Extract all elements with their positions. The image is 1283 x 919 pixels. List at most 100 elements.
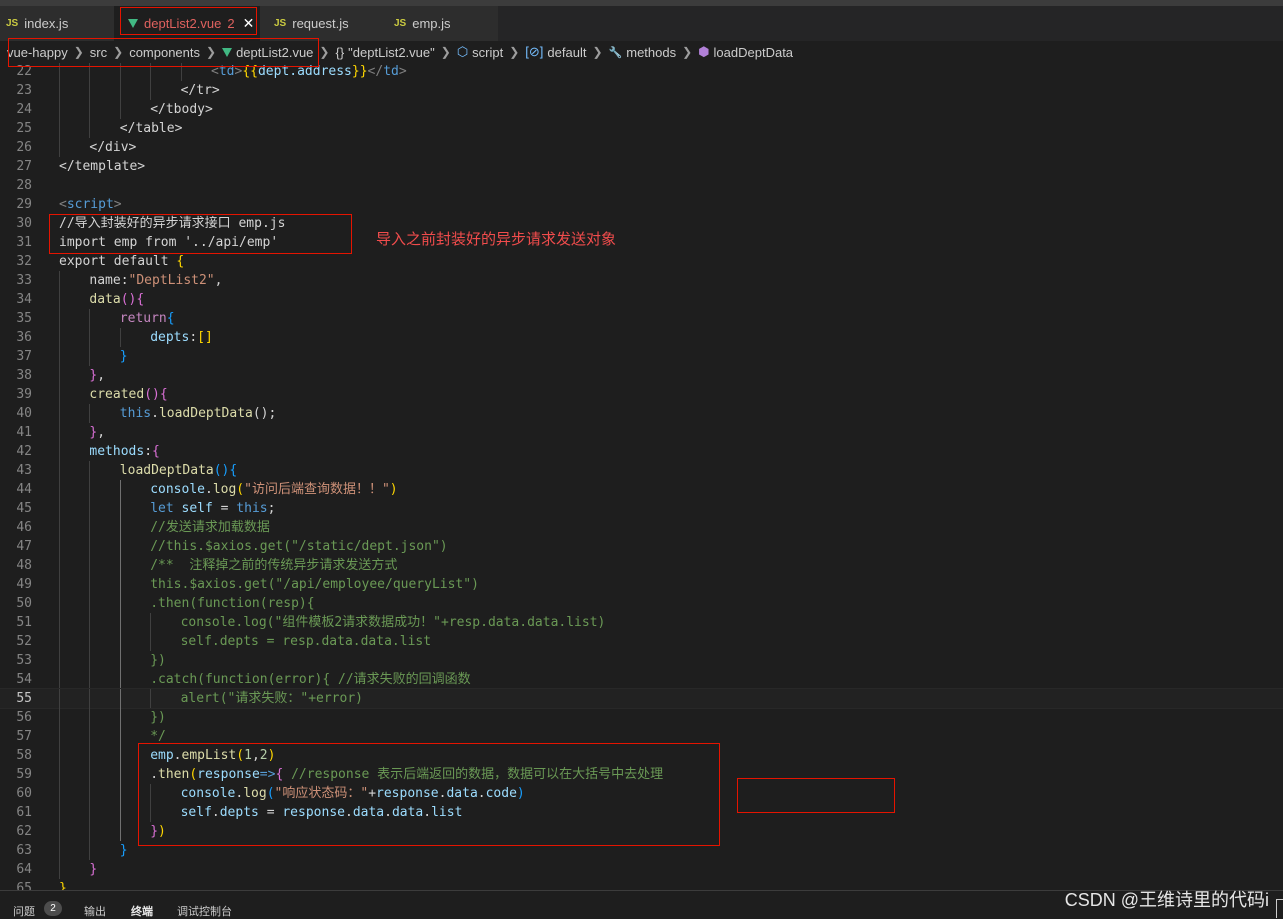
- breadcrumb-item-loaddeptdata[interactable]: loadDeptData: [714, 45, 794, 60]
- code-token: (: [236, 748, 245, 763]
- breadcrumb-item-components[interactable]: components: [129, 45, 200, 60]
- code-line[interactable]: 43 loadDeptData(){: [0, 461, 1283, 480]
- code-line[interactable]: 22 <td>{{dept.address}}</td>: [0, 63, 1283, 81]
- breadcrumb-item-methods[interactable]: methods: [626, 45, 676, 60]
- line-number: 23: [16, 83, 32, 98]
- line-number: 41: [16, 425, 32, 440]
- code-line[interactable]: 31 import emp from '../api/emp': [0, 233, 1283, 252]
- tab-index-js[interactable]: JS index.js: [0, 6, 114, 41]
- code-token: >: [113, 197, 122, 212]
- code-line[interactable]: 53}): [0, 651, 1283, 670]
- code-token: log: [212, 482, 237, 497]
- code-line[interactable]: 56}): [0, 708, 1283, 727]
- code-line[interactable]: 42 methods:{: [0, 442, 1283, 461]
- code-token: */: [150, 729, 166, 744]
- code-line[interactable]: 39 created(){: [0, 385, 1283, 404]
- code-line[interactable]: 40 this.loadDeptData();: [0, 404, 1283, 423]
- code-line[interactable]: 49 this.$axios.get("/api/employee/queryLi…: [0, 575, 1283, 594]
- object-icon: {}: [335, 44, 345, 60]
- code-line[interactable]: 51 console.log("组件模板2请求数据成功！"+resp.data.d…: [0, 613, 1283, 632]
- indent-guide: [59, 347, 60, 366]
- code-line[interactable]: 35 return{: [0, 309, 1283, 328]
- code-token: data: [391, 805, 424, 820]
- code-editor[interactable]: 22 <td>{{dept.address}}</td> 23 </tr> 24 </tb…: [0, 63, 1283, 890]
- breadcrumb-item-script[interactable]: script: [472, 45, 503, 60]
- code-line[interactable]: 44 console.log("访问后端查询数据！！"): [0, 480, 1283, 499]
- code-line[interactable]: 38},: [0, 366, 1283, 385]
- code-line[interactable]: 59 .then(response=>{ //response 表示后端返回的数据…: [0, 765, 1283, 784]
- code-line[interactable]: 28: [0, 176, 1283, 195]
- tab-emp-js[interactable]: JS emp.js: [378, 6, 498, 41]
- code-line[interactable]: 52 self.depts = resp.data.data.list: [0, 632, 1283, 651]
- line-number: 48: [16, 558, 32, 573]
- code-line[interactable]: 45 let self = this;: [0, 499, 1283, 518]
- code-token: methods: [89, 444, 145, 459]
- line-number: 35: [16, 311, 32, 326]
- code-token: []: [197, 330, 213, 345]
- code-line[interactable]: 25 </table>: [0, 119, 1283, 138]
- code-line[interactable]: 24 </tbody>: [0, 100, 1283, 119]
- breadcrumb-item-file[interactable]: deptList2.vue: [236, 45, 313, 60]
- code-token: depts: [219, 805, 259, 820]
- code-line[interactable]: 57 */: [0, 727, 1283, 746]
- code-text: <script>: [59, 195, 122, 214]
- code-line[interactable]: 54 .catch(function(error){ //请求失败的回调函数: [0, 670, 1283, 689]
- line-number: 62: [16, 824, 32, 839]
- code-token: (: [266, 786, 275, 801]
- indent-guide: [89, 518, 91, 537]
- code-line[interactable]: 34 data(){: [0, 290, 1283, 309]
- line-number: 59: [16, 767, 32, 782]
- code-line[interactable]: 26 </div>: [0, 138, 1283, 157]
- close-icon[interactable]: ✕: [243, 15, 255, 32]
- annotation-text: 导入之前封装好的异步请求发送对象: [376, 231, 617, 248]
- breadcrumb-item-vue-happy[interactable]: vue-happy: [7, 45, 68, 60]
- tab-request-js[interactable]: JS request.js: [260, 6, 378, 41]
- code-line[interactable]: 36 depts:[]: [0, 328, 1283, 347]
- code-line[interactable]: 60 console.log("响应状态码："+response.data.cod…: [0, 784, 1283, 803]
- indent-guide: [59, 138, 60, 157]
- indent-guide: [119, 81, 121, 100]
- breadcrumb-item-src[interactable]: src: [90, 45, 107, 60]
- code-token: console: [150, 482, 205, 497]
- code-token: }: [89, 862, 98, 877]
- code-line[interactable]: 48 /** 注释掉之前的传统异步请求发送方式: [0, 556, 1283, 575]
- panel-resize-corner[interactable]: [1276, 899, 1283, 918]
- indent-guide: [89, 727, 91, 746]
- chevron-right-icon: ❯: [206, 45, 217, 59]
- tab-deptlist2-vue[interactable]: deptList2.vue 2 ✕: [114, 6, 260, 41]
- code-line[interactable]: 27 </template>: [0, 157, 1283, 176]
- indent-guide: [89, 328, 91, 347]
- code-line[interactable]: 37}: [0, 347, 1283, 366]
- code-line[interactable]: 47 //this.$axios.get("/static/dept.json"): [0, 537, 1283, 556]
- code-token: empList: [181, 748, 237, 763]
- code-line[interactable]: 58 emp.empList(1,2): [0, 746, 1283, 765]
- code-line[interactable]: 62}): [0, 822, 1283, 841]
- code-token: :: [144, 444, 153, 459]
- code-line[interactable]: 64}: [0, 860, 1283, 879]
- code-line[interactable]: 55 alert("请求失败："+error): [0, 688, 1283, 709]
- code-line[interactable]: 41},: [0, 423, 1283, 442]
- code-line[interactable]: 61 self.depts = response.data.data.list: [0, 803, 1283, 822]
- indent-guide: [59, 499, 60, 518]
- code-line[interactable]: 29 <script>: [0, 195, 1283, 214]
- indent-guide: [89, 822, 91, 841]
- breadcrumb-item-module[interactable]: "deptList2.vue": [348, 45, 435, 60]
- code-line[interactable]: 30 //导入封装好的异步请求接口 emp.js: [0, 214, 1283, 233]
- code-line[interactable]: 23 </tr>: [0, 81, 1283, 100]
- indent-guide: [59, 575, 60, 594]
- code-line[interactable]: 46 //发送请求加载数据: [0, 518, 1283, 537]
- breadcrumb-item-default[interactable]: default: [547, 45, 586, 60]
- code-line[interactable]: 63}: [0, 841, 1283, 860]
- code-line[interactable]: 32 export default {: [0, 252, 1283, 271]
- code-line[interactable]: 33 name:"DeptList2",: [0, 271, 1283, 290]
- line-number: 27: [16, 159, 32, 174]
- code-text: .then(function(resp){: [150, 594, 314, 613]
- code-token: //发送请求加载数据: [150, 520, 270, 535]
- indent-guide: [89, 461, 91, 480]
- code-token: 2: [259, 748, 268, 763]
- code-line[interactable]: 50 .then(function(resp){: [0, 594, 1283, 613]
- indent-guide: [59, 271, 60, 290]
- code-text: */: [150, 727, 166, 746]
- indent-guide: [89, 632, 91, 651]
- code-text: }): [150, 822, 166, 841]
